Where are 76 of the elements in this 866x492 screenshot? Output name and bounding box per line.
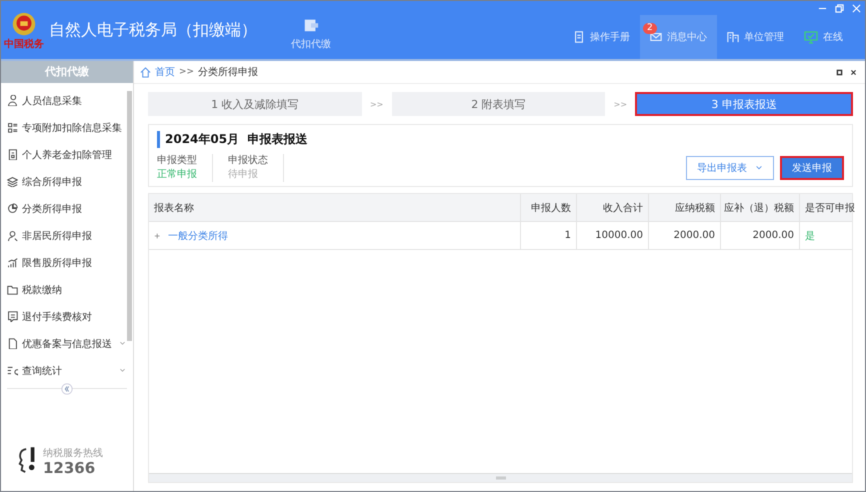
menu-item-icon [7,122,18,133]
module-button[interactable]: 代扣代缴 [291,17,331,51]
report-title: 2024年05月 申报表报送 [157,131,844,148]
sidebar-item[interactable]: 人员信息采集 [1,87,126,114]
menu-item-icon [7,284,18,295]
hotline-number: 12366 [43,460,96,477]
sidebar-item[interactable]: 非居民所得申报 [1,222,126,249]
column-header: 报表名称 [149,194,521,221]
step-tab[interactable]: 1 收入及减除填写 [148,92,362,116]
breadcrumb-current: 分类所得申报 [198,66,258,79]
table-cell: 2000.00 [752,230,794,241]
menu-item-icon [7,176,18,187]
step-separator: >> [368,100,384,108]
sidebar-item[interactable]: 退付手续费核对 [1,303,126,330]
sidebar-item[interactable]: 分类所得申报 [1,195,126,222]
nav-button[interactable]: 消息中心 2 [640,15,717,59]
menu-item-icon [7,95,18,106]
column-header: 申报人数 [521,194,577,221]
nav-button[interactable]: 操作手册 [563,15,640,59]
step-tab[interactable]: 3 申报表报送 [635,92,854,116]
sidebar-item[interactable]: 限售股所得申报 [1,249,126,276]
breadcrumb-link[interactable]: 首页 [155,65,175,79]
field-label: 申报类型 [157,154,197,168]
field-value: 正常申报 [157,168,197,182]
sidebar-item[interactable]: 税款缴纳 [1,276,126,303]
resize-handle-icon[interactable] [496,476,506,480]
field-label: 申报状态 [228,154,268,168]
table-cell: 2000.00 [674,230,715,241]
column-header: 应纳税额 [649,194,721,221]
app-title: 自然人电子税务局（扣缴端） [49,20,257,40]
restore-icon[interactable] [835,4,844,13]
table-cell: 10000.00 [595,230,643,241]
expand-icon[interactable] [154,232,162,240]
menu-item-icon [7,203,18,214]
nav-button[interactable]: 在线 [794,15,853,59]
table-cell: 1 [564,230,571,241]
menu-item-icon [7,338,18,349]
sidebar-item[interactable]: 查询统计 [1,357,126,384]
hotline-label: 纳税服务热线 [43,446,103,460]
logo-caption: 中国税务 [4,38,44,50]
column-header: 收入合计 [577,194,649,221]
maximize-icon[interactable] [836,68,843,76]
nav-button[interactable]: 单位管理 [717,15,794,59]
menu-item-icon [7,257,18,268]
table-cell-text: 是 [805,230,815,242]
step-separator: >> [612,100,628,108]
message-count: 2 [643,23,657,34]
menu-item-icon [7,365,18,376]
chevron-icon [119,340,126,347]
field-value: 待申报 [228,168,259,182]
column-header: 是否可申报 [804,202,852,216]
home-icon [140,66,151,78]
scrollbar[interactable] [127,91,132,341]
step-tab[interactable]: 2 附表填写 [392,92,606,116]
manual-icon [573,31,585,43]
report-link[interactable]: 一般分类所得 [168,228,228,242]
menu-item-icon [7,149,18,160]
menu-item-icon [7,230,18,241]
sidebar-title: 代扣代缴 [1,61,133,83]
sidebar-item[interactable]: 专项附加扣除信息采集 [1,114,126,141]
chevron-icon [119,367,126,374]
building-icon [727,31,739,43]
menu-item-icon [7,311,18,322]
export-dropdown[interactable]: 导出申报表 [686,156,774,180]
monitor-icon [804,30,818,44]
send-button[interactable]: 发送申报 [780,156,844,180]
sidebar-item[interactable]: 优惠备案与信息报送 [1,330,126,357]
chevron-icon [755,164,763,172]
column-header: 应补（退）税额 [721,194,800,221]
sidebar-item[interactable]: 个人养老金扣除管理 [1,141,126,168]
sidebar-item[interactable]: 综合所得申报 [1,168,126,195]
breadcrumb-separator: >> [179,67,194,77]
wallet-icon [302,17,320,33]
close-icon[interactable] [850,68,857,76]
collapse-icon[interactable] [61,383,73,395]
mail-icon [650,31,662,43]
